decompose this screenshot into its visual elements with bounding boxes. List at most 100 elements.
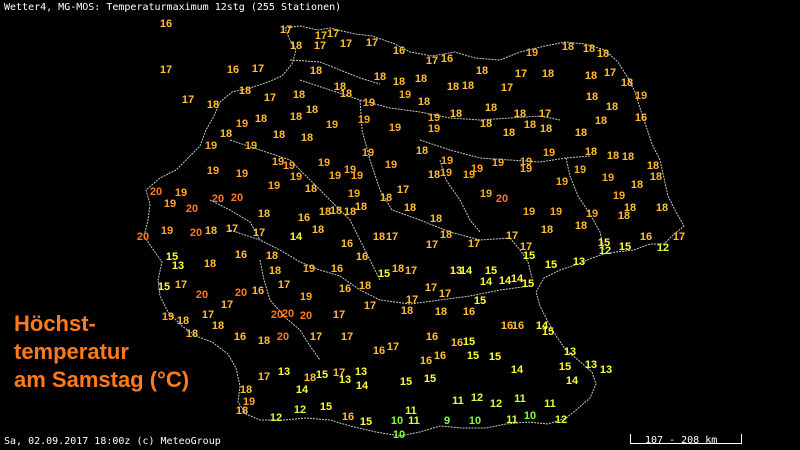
station-temp-231: 15 bbox=[424, 373, 436, 385]
station-temp-156: 18 bbox=[269, 265, 281, 277]
station-temp-37: 18 bbox=[418, 96, 430, 108]
station-temp-18: 18 bbox=[310, 65, 322, 77]
station-temp-67: 19 bbox=[245, 140, 257, 152]
station-temp-44: 16 bbox=[635, 112, 647, 124]
station-temp-121: 19 bbox=[586, 208, 598, 220]
map-footer: Sa, 02.09.2017 18:00z (c) MeteoGroup bbox=[4, 436, 221, 447]
station-temp-116: 18 bbox=[430, 213, 442, 225]
title-line-2: temperatur bbox=[14, 339, 129, 364]
station-temp-6: 17 bbox=[340, 38, 352, 50]
station-temp-205: 18 bbox=[258, 335, 270, 347]
station-temp-168: 15 bbox=[545, 259, 557, 271]
station-temp-47: 18 bbox=[255, 113, 267, 125]
station-temp-38: 18 bbox=[447, 81, 459, 93]
station-temp-40: 17 bbox=[501, 82, 513, 94]
station-temp-120: 19 bbox=[550, 206, 562, 218]
station-temp-115: 18 bbox=[404, 202, 416, 214]
station-temp-170: 15 bbox=[158, 281, 170, 293]
station-temp-112: 18 bbox=[355, 201, 367, 213]
station-temp-236: 14 bbox=[296, 384, 309, 396]
station-temp-123: 18 bbox=[631, 179, 643, 191]
station-temp-53: 19 bbox=[389, 122, 401, 134]
station-temp-126: 20 bbox=[137, 231, 149, 243]
station-temp-95: 18 bbox=[607, 150, 619, 162]
station-temp-158: 16 bbox=[331, 263, 343, 275]
station-temp-22: 18 bbox=[476, 65, 488, 77]
station-temp-216: 15 bbox=[489, 351, 501, 363]
station-temp-34: 18 bbox=[340, 88, 352, 100]
station-temp-26: 17 bbox=[604, 67, 616, 79]
station-temp-109: 18 bbox=[330, 205, 342, 217]
station-temp-190: 20 bbox=[282, 308, 294, 320]
station-temp-4: 18 bbox=[290, 40, 302, 52]
scale-label: 107 - 208 km bbox=[645, 435, 718, 446]
station-temp-15: 17 bbox=[160, 64, 172, 76]
station-temp-63: 18 bbox=[524, 119, 536, 131]
station-temp-140: 17 bbox=[506, 230, 518, 242]
station-temp-29: 18 bbox=[207, 99, 219, 111]
station-temp-80: 19 bbox=[362, 147, 374, 159]
title-line-3: am Samstag (°C) bbox=[14, 367, 190, 392]
station-temp-169: 13 bbox=[573, 256, 585, 268]
station-temp-55: 19 bbox=[428, 123, 440, 135]
station-temp-77: 19 bbox=[329, 170, 341, 182]
station-temp-210: 16 bbox=[373, 345, 385, 357]
station-temp-20: 18 bbox=[393, 76, 405, 88]
station-temp-211: 16 bbox=[426, 331, 438, 343]
station-temp-138: 18 bbox=[440, 229, 452, 241]
station-temp-134: 16 bbox=[341, 238, 353, 250]
station-temp-82: 18 bbox=[416, 145, 428, 157]
station-temp-102: 19 bbox=[164, 198, 176, 210]
station-temp-208: 17 bbox=[341, 331, 353, 343]
station-temp-130: 17 bbox=[226, 223, 238, 235]
station-temp-215: 16 bbox=[420, 355, 432, 367]
station-temp-70: 19 bbox=[236, 168, 248, 180]
station-temp-167: 15 bbox=[522, 278, 534, 290]
station-temp-232: 14 bbox=[511, 364, 524, 376]
station-temp-133: 18 bbox=[312, 224, 324, 236]
station-temp-118: 20 bbox=[496, 193, 508, 205]
station-temp-132: 14 bbox=[290, 231, 303, 243]
station-temp-155: 18 bbox=[266, 250, 278, 262]
station-temp-148: 16 bbox=[640, 231, 652, 243]
station-temp-242: 15 bbox=[360, 416, 372, 428]
station-temp-176: 17 bbox=[278, 279, 290, 291]
station-temp-93: 19 bbox=[574, 164, 586, 176]
station-temp-142: 18 bbox=[541, 224, 553, 236]
station-temp-174: 20 bbox=[235, 287, 247, 299]
station-temp-66: 19 bbox=[205, 140, 217, 152]
station-temp-45: 18 bbox=[220, 128, 232, 140]
station-temp-88: 19 bbox=[492, 157, 504, 169]
station-temp-209: 17 bbox=[387, 341, 399, 353]
station-temp-152: 13 bbox=[172, 260, 184, 272]
station-temp-39: 18 bbox=[462, 80, 474, 92]
station-temp-237: 18 bbox=[236, 405, 248, 417]
station-temp-10: 16 bbox=[441, 53, 453, 65]
station-temp-187: 18 bbox=[212, 320, 224, 332]
station-temp-220: 13 bbox=[585, 359, 597, 371]
station-temp-32: 18 bbox=[293, 89, 305, 101]
station-temp-103: 20 bbox=[186, 203, 198, 215]
station-temp-79: 19 bbox=[351, 170, 363, 182]
station-temp-14: 18 bbox=[597, 48, 609, 60]
station-temp-178: 18 bbox=[359, 280, 371, 292]
station-temp-81: 19 bbox=[385, 159, 397, 171]
station-temp-162: 17 bbox=[405, 265, 417, 277]
station-temp-127: 19 bbox=[161, 225, 173, 237]
station-temp-197: 15 bbox=[474, 295, 486, 307]
station-temp-217: 15 bbox=[467, 350, 479, 362]
station-temp-49: 18 bbox=[306, 104, 318, 116]
station-temp-145: 18 bbox=[618, 210, 630, 222]
station-temp-128: 20 bbox=[190, 227, 202, 239]
station-temp-238: 12 bbox=[270, 412, 282, 424]
station-temp-204: 16 bbox=[234, 331, 246, 343]
station-temp-135: 18 bbox=[373, 231, 385, 243]
station-temp-153: 18 bbox=[204, 258, 216, 270]
station-temp-157: 19 bbox=[303, 263, 315, 275]
station-temp-68: 18 bbox=[301, 132, 313, 144]
station-temp-181: 14 bbox=[480, 276, 493, 288]
station-temp-84: 18 bbox=[428, 169, 440, 181]
station-temp-212: 16 bbox=[451, 337, 463, 349]
station-temp-3: 17 bbox=[327, 28, 339, 40]
station-temp-131: 17 bbox=[253, 227, 265, 239]
